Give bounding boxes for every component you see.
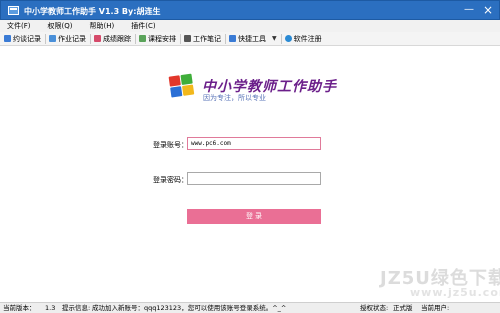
toolbar-homework-button[interactable]: 作业记录 (47, 32, 89, 46)
watermark-url: www.jz5u.com (410, 286, 500, 299)
password-input[interactable] (187, 172, 321, 185)
version-label: 当前版本： (3, 304, 36, 312)
grade-track-icon (94, 35, 101, 42)
toolbar-label: 作业记录 (58, 34, 86, 43)
register-icon (284, 35, 292, 42)
version-value: 1.3 (45, 304, 56, 312)
toolbar-separator (90, 33, 91, 44)
account-label: 登录账号： (153, 141, 188, 149)
menu-permission[interactable]: 权限(Q) (41, 20, 83, 32)
auth-value: 正式版 (393, 304, 413, 312)
minimize-button[interactable]: — (460, 3, 478, 17)
app-logo-slogan: 因为专注，所以专业 (203, 94, 266, 102)
toolbar-separator (280, 33, 282, 44)
window-controls: — × (460, 3, 497, 17)
app-icon (8, 6, 19, 15)
talk-record-icon (4, 35, 11, 42)
auth-label: 授权状态: (360, 304, 389, 312)
toolbar-schedule-button[interactable]: 课程安排 (137, 32, 179, 46)
close-button[interactable]: × (479, 3, 497, 17)
toolbar-notes-button[interactable]: 工作笔记 (182, 32, 224, 46)
toolbar-separator (45, 33, 46, 44)
toolbar-talk-record-button[interactable]: 约谈记录 (2, 32, 44, 46)
site-watermark: JZ5U绿色下载 www.jz5u.com (380, 264, 500, 300)
toolbar-register-button[interactable]: 软件注册 (283, 32, 325, 46)
toolbar-separator (135, 33, 136, 44)
toolbar-label: 约谈记录 (13, 34, 41, 43)
toolbar-label: 快捷工具 (238, 34, 266, 43)
title-bar: 中小学教师工作助手 V1.3 By:胡连生 — × (0, 0, 500, 20)
window-title: 中小学教师工作助手 V1.3 By:胡连生 (24, 7, 161, 16)
homework-icon (49, 35, 56, 42)
menu-help[interactable]: 帮助(H) (82, 20, 124, 32)
notes-icon (184, 35, 191, 42)
toolbar-tools-button[interactable]: 快捷工具 (227, 32, 269, 46)
status-bar: 当前版本： 1.3 提示信息: 成功加入新账号：qqq123123，您可以使用该… (0, 302, 500, 313)
menu-plugin[interactable]: 插件(C) (124, 20, 165, 32)
app-logo-icon (168, 73, 195, 98)
toolbar-grade-track-button[interactable]: 成绩跟踪 (92, 32, 134, 46)
toolbar-label: 软件注册 (293, 34, 322, 43)
status-message: 成功加入新账号：qqq123123，您可以使用该账号登录系统。^_^ (92, 304, 287, 312)
tools-icon (229, 35, 236, 42)
message-label: 提示信息: (62, 304, 91, 312)
password-label: 登录密码： (153, 176, 188, 184)
toolbar-label: 成绩跟踪 (103, 34, 131, 43)
menu-bar: 文件(F) 权限(Q) 帮助(H) 插件(C) (0, 20, 500, 32)
account-input[interactable] (187, 137, 321, 150)
toolbar-label: 课程安排 (148, 34, 176, 43)
toolbar-label: 工作笔记 (193, 34, 221, 43)
toolbar: 约谈记录 作业记录 成绩跟踪 课程安排 工作笔记 快捷工具 ▼ 软件注册 (0, 32, 500, 46)
schedule-icon (139, 35, 146, 42)
toolbar-separator (180, 33, 181, 44)
toolbar-separator (225, 33, 226, 44)
menu-file[interactable]: 文件(F) (0, 20, 41, 32)
login-button[interactable]: 登 录 (187, 209, 321, 224)
user-label: 当前用户: (421, 304, 450, 312)
tools-dropdown-arrow-icon[interactable]: ▼ (269, 35, 280, 42)
